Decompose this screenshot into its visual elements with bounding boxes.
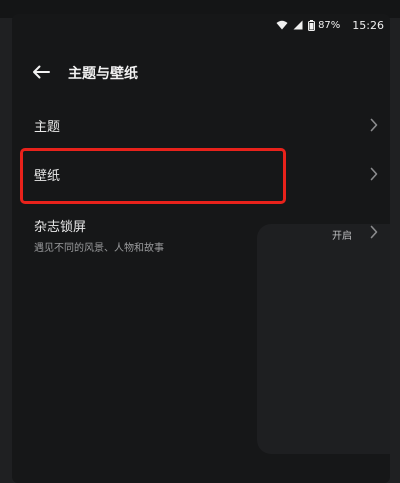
back-button[interactable] [24,56,58,90]
chevron-right-icon [370,118,378,132]
battery-icon [308,19,316,31]
theme-row[interactable]: 主题 [0,108,400,142]
wifi-icon [276,20,288,30]
theme-label: 主题 [34,119,61,135]
magazine-lockscreen-label: 杂志锁屏 [34,220,87,235]
magazine-lockscreen-row[interactable]: 杂志锁屏 遇见不同的风景、人物和故事 开启 [0,212,400,260]
status-bar: 87% 15:26 [0,14,400,36]
wallpaper-label: 壁纸 [34,168,61,184]
magazine-lockscreen-description: 遇见不同的风景、人物和故事 [34,243,164,254]
clock: 15:26 [352,18,384,32]
magazine-lockscreen-texts: 杂志锁屏 遇见不同的风景、人物和故事 [34,212,164,254]
magazine-lockscreen-status: 开启 [332,231,352,242]
back-arrow-icon [32,64,50,83]
battery-percentage: 87% [318,19,341,31]
title-bar: 主题与壁纸 [0,56,400,90]
signal-icon [293,20,303,30]
chevron-right-icon [370,225,378,239]
page-title: 主题与壁纸 [68,66,138,82]
chevron-right-icon [370,167,378,181]
wallpaper-row[interactable]: 壁纸 [0,155,400,193]
device-frame: 87% 15:26 主题与壁纸 主题 壁纸 杂志锁屏 遇见不同的风景、人物和故事… [0,0,400,483]
